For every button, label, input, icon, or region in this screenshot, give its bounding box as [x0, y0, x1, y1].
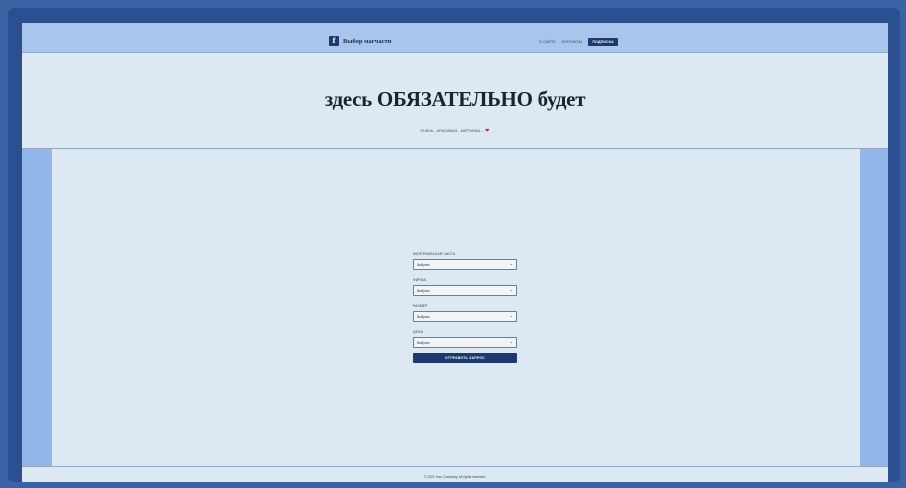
left-side-panel [22, 149, 52, 466]
chevron-down-icon: ⌄ [509, 261, 513, 266]
select-value: Выбрать [417, 263, 430, 267]
subscribe-button[interactable]: ПОДПИСКА [588, 38, 618, 46]
hero: здесь ОБЯЗАТЕЛЬНО будет ОЧЕНЬ...КРАСИВАЯ… [22, 53, 888, 149]
price-select[interactable]: Выбрать ⌄ [413, 337, 517, 348]
size-select[interactable]: Выбрать ⌄ [413, 311, 517, 322]
hero-title: здесь ОБЯЗАТЕЛЬНО будет [324, 87, 586, 111]
select-value: Выбрать [417, 341, 430, 345]
hero-subtitle: ОЧЕНЬ...КРАСИВАЯ...КАРТИНКА... ❤ [22, 128, 888, 134]
select-value: Выбрать [417, 315, 430, 319]
brand-select[interactable]: Выбрать ⌄ [413, 285, 517, 296]
submit-request-button[interactable]: ОТПРАВИТЬ ЗАПРОС [413, 353, 517, 363]
brand-logo-icon: f [329, 36, 339, 46]
field-label-price: ЦЕНА [413, 330, 424, 334]
hero-subtitle-text: ОЧЕНЬ...КРАСИВАЯ...КАРТИНКА... [420, 129, 484, 133]
footer-copyright: © 2022 Your Company, All rights reserved… [424, 475, 486, 479]
brand-title: Выбор магчасти [343, 37, 392, 45]
chevron-down-icon: ⌄ [509, 287, 513, 292]
chevron-down-icon: ⌄ [509, 339, 513, 344]
heart-icon: ❤ [485, 128, 490, 134]
nav-link-contacts[interactable]: КОНТАКТЫ [562, 40, 582, 44]
footer: © 2022 Your Company, All rights reserved… [22, 466, 888, 482]
nav-link-about[interactable]: О САЙТЕ [539, 40, 556, 44]
right-side-panel [860, 149, 888, 466]
material-select[interactable]: Выбрать ⌄ [413, 259, 517, 270]
nav-links: О САЙТЕ КОНТАКТЫ ПОДПИСКА [539, 38, 618, 46]
field-label-material: МАТЕРИАЛЬНАЯ ЧАСТЬ [413, 252, 456, 256]
chevron-down-icon: ⌄ [509, 313, 513, 318]
main-content: МАТЕРИАЛЬНАЯ ЧАСТЬ Выбрать ⌄ ФИРМА Выбра… [52, 149, 860, 466]
select-value: Выбрать [417, 289, 430, 293]
browser-frame: f Выбор магчасти О САЙТЕ КОНТАКТЫ ПОДПИС… [8, 8, 900, 482]
page: f Выбор магчасти О САЙТЕ КОНТАКТЫ ПОДПИС… [22, 23, 888, 482]
brand[interactable]: f Выбор магчасти [329, 36, 391, 46]
request-form: МАТЕРИАЛЬНАЯ ЧАСТЬ Выбрать ⌄ ФИРМА Выбра… [413, 252, 517, 363]
field-label-size: РАЗМЕР [413, 304, 428, 308]
field-label-brand: ФИРМА [413, 278, 426, 282]
navbar: f Выбор магчасти О САЙТЕ КОНТАКТЫ ПОДПИС… [22, 23, 888, 53]
